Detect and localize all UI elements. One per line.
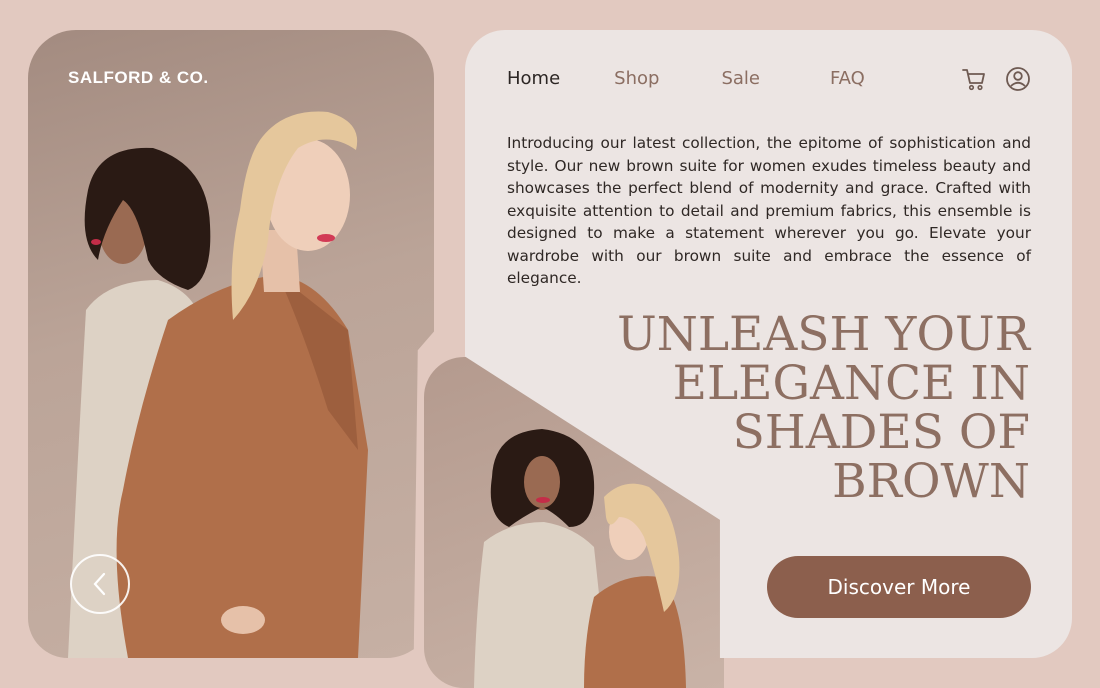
discover-more-button[interactable]: Discover More: [767, 556, 1031, 618]
cart-button[interactable]: [961, 66, 987, 96]
account-button[interactable]: [1005, 66, 1031, 96]
nav-item-shop[interactable]: Shop: [614, 68, 659, 89]
hero-headline: UNLEASH YOUR ELEGANCE IN SHADES OF BROWN: [617, 307, 1030, 509]
nav-item-home[interactable]: Home: [507, 68, 560, 89]
hero-image-card: SALFORD & CO.: [28, 30, 434, 658]
user-account-icon: [1006, 67, 1030, 91]
chevron-left-icon: [93, 572, 106, 596]
intro-paragraph: Introducing our latest collection, the e…: [507, 134, 1031, 287]
nav-item-sale[interactable]: Sale: [721, 68, 760, 89]
main-nav: Home Shop Sale FAQ: [507, 68, 865, 89]
carousel-prev-button[interactable]: [70, 554, 130, 614]
cart-icon: [962, 69, 985, 91]
brand-logo[interactable]: SALFORD & CO.: [68, 68, 209, 88]
nav-item-faq[interactable]: FAQ: [830, 68, 865, 89]
